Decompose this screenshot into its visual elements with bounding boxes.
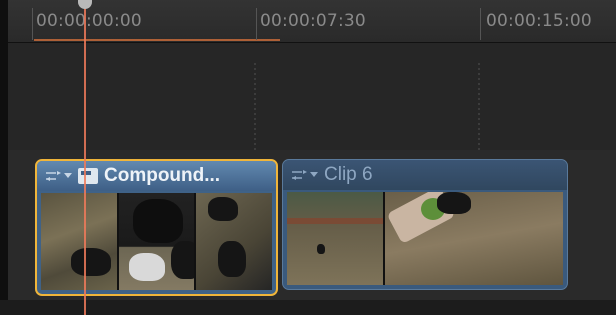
clip-header[interactable]: Clip 6 (283, 160, 567, 190)
dog-shape (132, 199, 183, 243)
played-range-indicator (34, 39, 280, 41)
ruler-tick (32, 8, 33, 40)
time-divider (478, 63, 480, 153)
clip-title: Compound... (104, 165, 221, 186)
dog-shape (128, 253, 165, 281)
filmstrip-frame (196, 193, 273, 290)
dog-shape (317, 244, 325, 254)
connected-clips-area[interactable] (8, 43, 616, 153)
filmstrip-frame (385, 192, 563, 285)
timeline-frame: 00:00:00:00 00:00:07:30 00:00:15:00 Comp… (0, 0, 616, 315)
compound-clip-icon (78, 168, 98, 184)
video-clip[interactable]: Clip 6 (282, 159, 568, 290)
clip-header[interactable]: Compound... (37, 161, 276, 191)
timeline-bottom-strip (0, 300, 616, 315)
timecode-label: 00:00:15:00 (486, 11, 592, 31)
dog-shape (170, 241, 195, 279)
timeline-ruler[interactable]: 00:00:00:00 00:00:07:30 00:00:15:00 (8, 0, 616, 43)
ruler-tick (256, 8, 257, 40)
roles-menu-icon[interactable] (45, 169, 72, 183)
dog-shape (71, 248, 111, 276)
dog-shape (208, 197, 239, 221)
roles-menu-icon[interactable] (291, 168, 318, 182)
dog-shape (437, 192, 471, 214)
timecode-label: 00:00:00:00 (36, 11, 142, 31)
ruler-tick (480, 8, 481, 40)
timecode-label: 00:00:07:30 (260, 11, 366, 31)
playhead[interactable] (84, 0, 86, 315)
time-divider (254, 63, 256, 153)
fence-shape (287, 218, 383, 224)
filmstrip-frame (41, 193, 117, 290)
timeline-left-gutter (0, 0, 8, 315)
clip-filmstrip (287, 192, 563, 285)
filmstrip-frame (287, 192, 383, 285)
clip-filmstrip (41, 193, 273, 290)
filmstrip-frame (118, 193, 195, 290)
dog-shape (218, 241, 247, 277)
clip-title: Clip 6 (324, 164, 373, 185)
compound-clip[interactable]: Compound... (35, 159, 278, 296)
